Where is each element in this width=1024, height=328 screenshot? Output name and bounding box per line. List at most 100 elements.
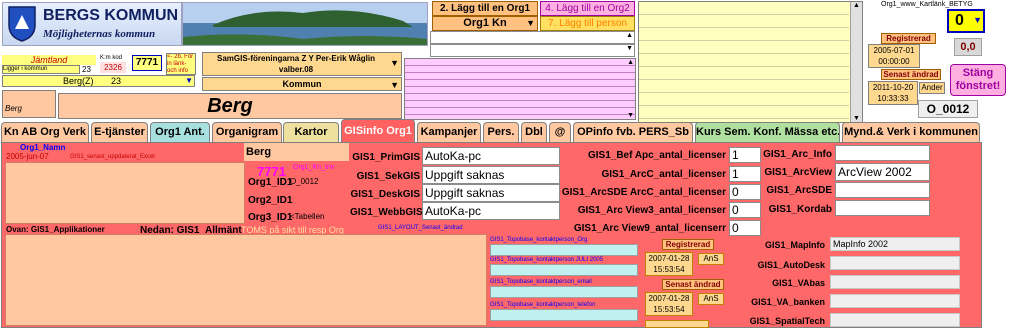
berg-small-label: Berg: [2, 90, 56, 118]
senast-andrad-label: Senast ändrad: [881, 69, 941, 80]
bef-apc-label: GIS1_Bef Apc_antal_licenser: [587, 150, 726, 161]
notes-area[interactable]: ▲ ▼: [638, 1, 863, 123]
chevron-down-icon: ▼: [185, 76, 193, 85]
close-window-button[interactable]: Stäng fönstret!: [950, 64, 1006, 96]
topo-email-field[interactable]: [490, 286, 638, 298]
tab-pers[interactable]: Pers.: [483, 122, 519, 142]
coat-of-arms-icon: [6, 5, 38, 43]
autodesk-field[interactable]: [830, 256, 960, 270]
tab-kurs-sem[interactable]: Kurs Sem. Konf. Mässa etc.: [695, 122, 840, 142]
notes-scrollbar[interactable]: ▲ ▼: [850, 2, 862, 122]
scroll-down-icon[interactable]: ▼: [627, 112, 634, 119]
tab-at[interactable]: @: [549, 122, 571, 142]
scroll-up-icon[interactable]: ▲: [853, 2, 860, 9]
arcview3-field[interactable]: 0: [729, 202, 761, 218]
topo-email-label: GIS1_Topobase_kontaktperson_email: [490, 279, 592, 285]
org-listbox-1[interactable]: ▲: [430, 31, 635, 44]
org1-kn-select[interactable]: Org1 Kn ▼: [432, 16, 538, 31]
panel-sen-time-text: 15:53:54: [653, 305, 685, 314]
org-name-select[interactable]: SamGIS-föreningarna Z Y Per-Erik Wåglin …: [202, 52, 402, 76]
tab-dbl[interactable]: Dbl: [521, 122, 547, 142]
kartlank-select[interactable]: 0 ▼: [947, 9, 985, 33]
panel-sen-label: Senast ändrad: [662, 279, 724, 290]
webbgis-field[interactable]: AutoKa-pc: [422, 202, 560, 220]
arcview9-field[interactable]: 0: [729, 220, 761, 236]
autodesk-label: GIS1_AutoDesk: [757, 260, 825, 270]
org3-id1-label: Org3_ID1: [248, 212, 293, 223]
senast-andrad-time-text: 10:33:33: [877, 94, 909, 103]
arcc-field[interactable]: 1: [729, 166, 761, 182]
add-org1-button[interactable]: 2. Lägg till en Org1: [432, 1, 538, 16]
org1-value: Berg: [246, 146, 272, 158]
kn-inv-label: Org1_Kn_Inv: [293, 164, 335, 171]
layout-senast-label: GIS1_LAYOUT_Senast_ändrad: [378, 225, 463, 231]
notes-block-top: [5, 162, 245, 224]
tab-org1-ant[interactable]: Org1 Ant.: [150, 122, 210, 142]
arc-view-field[interactable]: ArcView 2002: [835, 163, 930, 181]
deskgis-label: GIS1_DeskGIS: [350, 189, 420, 200]
senast-andrad-date: 2011-10-20 10:33:33: [868, 81, 918, 105]
topo-tel-field[interactable]: [490, 309, 638, 321]
tab-e-tjanster[interactable]: E-tjänster: [91, 122, 148, 142]
kommun-num-label: K:m kod: [100, 55, 123, 61]
org1-value-box: Berg: [244, 143, 349, 161]
mapinfo-field[interactable]: MapInfo 2002: [830, 237, 960, 251]
primgis-field[interactable]: AutoKa-pc: [422, 147, 560, 165]
code-7771[interactable]: 7771: [132, 55, 162, 71]
tab-kn-ab-org-verk[interactable]: Kn AB Org Verk: [1, 122, 89, 142]
tab-kampanjer[interactable]: Kampanjer: [417, 122, 481, 142]
berg-select[interactable]: Berg(Z) 23 ▼: [2, 75, 195, 87]
berg-big-label: Berg: [58, 93, 402, 119]
tab-kartor[interactable]: Kartor: [283, 122, 339, 142]
sekgis-field[interactable]: Uppgift saknas: [422, 166, 560, 184]
scroll-down-icon[interactable]: ▼: [853, 115, 860, 122]
tab-opinfo[interactable]: OPinfo fvb. PERS_Sb: [573, 122, 693, 142]
org1-namn-label: Org1_Namn: [20, 143, 66, 152]
score-value: 0,0: [954, 38, 982, 56]
kommun-num: 23: [82, 65, 91, 74]
kordab-field[interactable]: [835, 200, 930, 216]
deskgis-field[interactable]: Uppgift saknas: [422, 184, 560, 202]
topo-tel-label: GIS1_Topobase_kontaktperson_telefon: [490, 302, 596, 308]
vabas-label: GIS1_VAbas: [772, 278, 825, 288]
panel-sen-date: 2007-01-28 15:53:54: [645, 292, 693, 316]
arcsde-lic-field[interactable]: 0: [729, 184, 761, 200]
arc-view-label: GIS1_ArcView: [764, 167, 832, 178]
add-org2-button[interactable]: 4. Lägg till en Org2: [540, 1, 635, 16]
landscape-image: [182, 2, 428, 46]
registrerad-date: 2005-07-01 00:00:00: [868, 44, 920, 68]
notes-block-bottom[interactable]: [5, 234, 487, 326]
va-banken-label: GIS1_VA_banken: [751, 297, 825, 307]
hint-text: <- 2b. För in länk- och info: [166, 53, 196, 75]
arcview3-label: GIS1_Arc View3_antal_licenser: [577, 205, 726, 216]
vabas-field[interactable]: [830, 275, 960, 289]
scroll-up-icon[interactable]: ▲: [626, 32, 633, 39]
topo-juli-label: GIS1_Topobase_kontaktperson JULI 2005: [490, 257, 604, 263]
topo-org-field[interactable]: [490, 244, 638, 256]
org2-id1-label: Org2_ID1: [248, 195, 293, 206]
mapinfo-label: GIS1_MapInfo: [764, 240, 825, 250]
kommun-select[interactable]: Kommun ▼: [202, 77, 402, 91]
org-listbox-2[interactable]: ▼: [430, 44, 635, 57]
topo-org-label: GIS1_Topobase_kontaktperson_Org: [490, 237, 588, 243]
registrerad-time-text: 00:00:00: [878, 57, 910, 66]
spatialtech-field[interactable]: [830, 313, 960, 327]
scroll-up-icon[interactable]: ▲: [627, 59, 634, 66]
tab-gisinfo-org1[interactable]: GISinfo Org1: [341, 119, 415, 143]
tab-organigram[interactable]: Organigram: [212, 122, 282, 142]
berg-select-num: 23: [111, 76, 122, 86]
add-person-button[interactable]: 7. Lägg till person: [540, 16, 635, 31]
person-listbox[interactable]: ▲ ▼: [404, 58, 636, 120]
senast-excel-label: GIS1_senast_uppdaterat_Excel: [70, 154, 155, 160]
scroll-down-icon[interactable]: ▼: [626, 45, 633, 52]
bef-apc-field[interactable]: 1: [729, 147, 761, 163]
org3-id1-value: <Tabellen: [290, 212, 325, 221]
va-banken-field[interactable]: [830, 294, 960, 308]
logo-subtitle: Möjligheternas kommun: [43, 28, 156, 40]
arc-sde-field[interactable]: [835, 182, 930, 198]
topo-juli-field[interactable]: [490, 264, 638, 276]
panel-sen-date-text: 2007-01-28: [648, 294, 690, 303]
arc-info-field[interactable]: [835, 145, 930, 161]
chevron-down-icon: ▼: [390, 58, 399, 68]
tab-mynd-verk[interactable]: Mynd.& Verk i kommunen: [842, 122, 980, 142]
